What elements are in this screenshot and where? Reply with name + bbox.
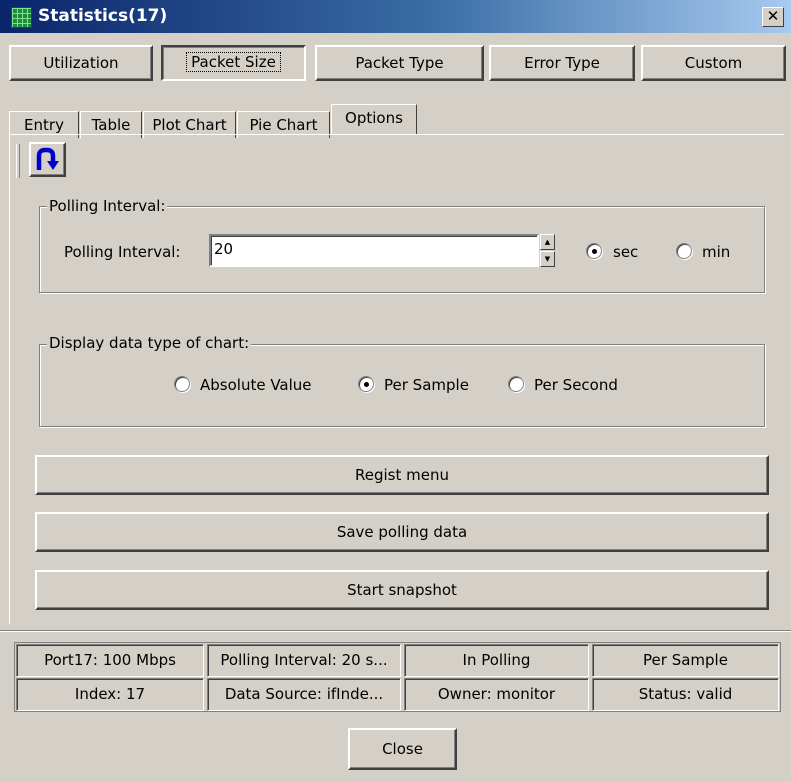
tab-options-label: Options: [345, 109, 403, 127]
toolbar-grip: [16, 144, 20, 178]
radio-absolute-value[interactable]: [174, 376, 190, 392]
app-grid-icon: [11, 7, 32, 28]
save-polling-data-button[interactable]: Save polling data: [35, 512, 769, 552]
status-port-speed: Port17: 100 Mbps: [16, 644, 204, 677]
status-validity: Status: valid: [592, 678, 779, 711]
radio-min-label: min: [702, 243, 731, 261]
polling-interval-label: Polling Interval:: [64, 243, 181, 261]
radio-per-second-label: Per Second: [534, 376, 618, 394]
start-snapshot-label: Start snapshot: [347, 581, 457, 599]
packet-size-button[interactable]: Packet Size: [161, 45, 306, 81]
tab-plot-chart-label: Plot Chart: [152, 116, 227, 134]
close-button[interactable]: Close: [348, 728, 457, 770]
regist-menu-button[interactable]: Regist menu: [35, 455, 769, 495]
utilization-label: Utilization: [43, 54, 119, 72]
status-polling-state: In Polling: [404, 644, 589, 677]
status-data-source: Data Source: ifInde...: [207, 678, 401, 711]
radio-per-sample-label: Per Sample: [384, 376, 469, 394]
custom-label: Custom: [684, 54, 743, 72]
display-group-legend: Display data type of chart:: [47, 334, 252, 352]
radio-per-second[interactable]: [508, 376, 524, 392]
window-close-button[interactable]: ✕: [762, 7, 784, 27]
spin-down-button[interactable]: ▼: [540, 251, 555, 267]
refresh-arrow-icon: [36, 147, 59, 170]
utilization-button[interactable]: Utilization: [9, 45, 153, 81]
packet-size-label: Packet Size: [186, 52, 281, 72]
custom-button[interactable]: Custom: [641, 45, 786, 81]
separator: [0, 630, 791, 632]
status-index: Index: 17: [16, 678, 204, 711]
radio-sec[interactable]: [586, 243, 602, 259]
status-data-type: Per Sample: [592, 644, 779, 677]
save-polling-data-label: Save polling data: [336, 523, 468, 541]
start-snapshot-button[interactable]: Start snapshot: [35, 570, 769, 610]
packet-type-button[interactable]: Packet Type: [315, 45, 484, 81]
polling-interval-value: 20: [214, 240, 234, 258]
window-title: Statistics(17): [38, 6, 168, 26]
radio-per-sample[interactable]: [358, 376, 374, 392]
radio-min[interactable]: [676, 243, 692, 259]
close-button-label: Close: [382, 740, 423, 758]
polling-interval-input[interactable]: 20: [209, 234, 539, 267]
tab-entry-label: Entry: [24, 116, 64, 134]
error-type-label: Error Type: [524, 54, 600, 72]
status-owner: Owner: monitor: [404, 678, 589, 711]
tab-table-label: Table: [91, 116, 131, 134]
regist-menu-label: Regist menu: [355, 466, 449, 484]
packet-type-label: Packet Type: [355, 54, 444, 72]
refresh-button[interactable]: [29, 142, 66, 177]
radio-sec-label: sec: [613, 243, 639, 261]
tab-options[interactable]: Options: [331, 104, 417, 134]
tab-pie-chart-label: Pie Chart: [249, 116, 318, 134]
status-polling-interval: Polling Interval: 20 s...: [207, 644, 401, 677]
polling-group-legend: Polling Interval:: [47, 197, 168, 215]
spin-up-button[interactable]: ▲: [540, 234, 555, 250]
error-type-button[interactable]: Error Type: [489, 45, 635, 81]
radio-absolute-value-label: Absolute Value: [200, 376, 312, 394]
